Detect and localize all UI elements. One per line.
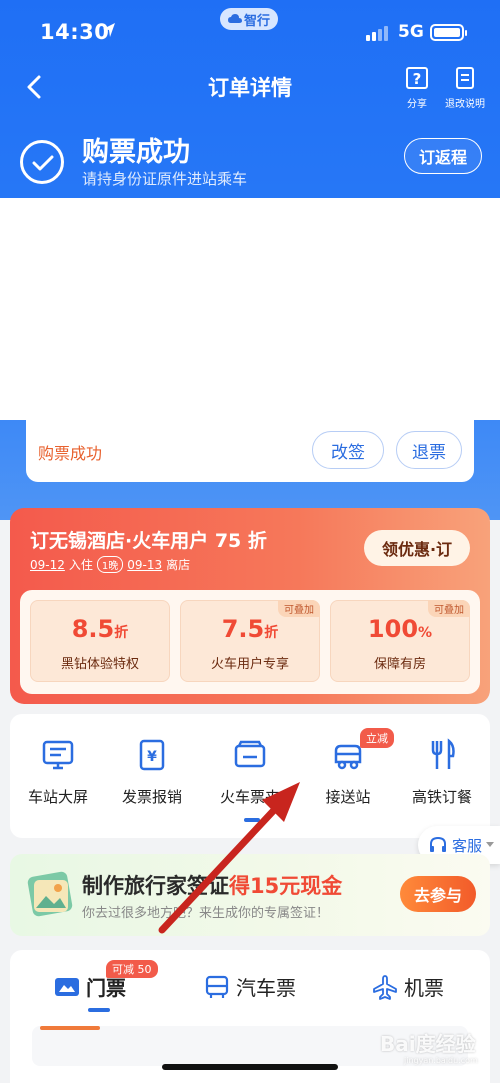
quick-services: 车站大屏 ¥ 发票报销 火车票夹 接送站 高铁订餐 立减 <box>10 714 490 838</box>
coupon-value: 8.5 <box>71 615 115 643</box>
refund-ticket-button[interactable]: 退票 <box>396 431 462 469</box>
share-label: 分享 <box>407 99 427 110</box>
checkout-label: 离店 <box>166 558 191 572</box>
tab-flights[interactable]: 机票 <box>372 972 444 1001</box>
hotel-promo-title: 订无锡酒店·火车用户 75 折 <box>30 530 267 552</box>
network-type: 5G <box>398 22 424 42</box>
app-indicator-pill: 智行 <box>220 8 278 30</box>
tab-label: 汽车票 <box>236 976 296 1000</box>
refund-rules-label: 退改说明 <box>445 99 485 110</box>
coupon-unit: 折 <box>114 625 129 641</box>
coupon-value: 100 <box>367 615 419 643</box>
checkin-date: 09-12 <box>30 557 65 572</box>
svg-text:?: ? <box>413 70 422 88</box>
coupon-list: 8.5折 黑钻体验特权 可叠加 7.5折 火车用户专享 可叠加 100% 保障有… <box>20 590 480 694</box>
checkout-date: 09-13 <box>127 557 163 572</box>
location-arrow-icon <box>103 23 115 37</box>
hotel-promo-card[interactable]: 订无锡酒店·火车用户 75 折 09-12 入住 1晚 09-13 离店 领优惠… <box>10 508 490 704</box>
service-ticket-wallet[interactable]: 火车票夹 <box>204 738 296 807</box>
service-label: 火车票夹 <box>219 788 280 806</box>
coupon-label: 火车用户专享 <box>210 657 289 672</box>
coupon-item[interactable]: 可叠加 7.5折 火车用户专享 <box>180 600 320 682</box>
ticket-wallet-icon <box>234 740 266 768</box>
coupon-label: 保障有房 <box>373 657 426 672</box>
caret-down-icon <box>486 842 495 847</box>
plane-icon <box>373 974 397 1000</box>
help-icon: ? <box>406 67 428 89</box>
coupon-unit: % <box>418 625 433 641</box>
home-indicator[interactable] <box>162 1064 338 1070</box>
change-ticket-button[interactable]: 改签 <box>312 431 384 469</box>
tab-active-indicator <box>88 1008 110 1012</box>
service-invoice[interactable]: ¥ 发票报销 <box>106 738 198 807</box>
tab-label: 机票 <box>404 976 444 1000</box>
coupon-item[interactable]: 可叠加 100% 保障有房 <box>330 600 470 682</box>
service-meal[interactable]: 高铁订餐 <box>396 738 488 807</box>
cloud-icon <box>227 14 242 23</box>
tab-discount-badge: 可减 50 <box>106 960 158 978</box>
visa-promo-banner[interactable]: 制作旅行家签证得15元现金 你去过很多地方吧？来生成你的专属签证！ 去参与 <box>10 854 490 936</box>
coupon-value: 7.5 <box>221 615 265 643</box>
meal-icon <box>431 738 455 769</box>
service-label: 接送站 <box>325 788 371 806</box>
checkin-label: 入住 <box>68 558 93 572</box>
nav-bar: 订单详情 ? 分享 退改说明 <box>0 64 500 110</box>
coupon-label: 黑钻体验特权 <box>60 657 139 672</box>
service-label: 车站大屏 <box>27 788 88 806</box>
tab-content-accent <box>40 1026 100 1030</box>
ticket-icon <box>55 977 79 996</box>
nights-badge: 1晚 <box>96 556 124 573</box>
discount-badge: 立减 <box>360 728 394 748</box>
service-label: 发票报销 <box>121 788 182 806</box>
app-indicator-label: 智行 <box>243 13 270 29</box>
success-title: 购票成功 <box>82 137 190 168</box>
coupon-unit: 折 <box>264 625 279 641</box>
purchase-success-banner: 购票成功 请持身份证原件进站乘车 订返程 <box>0 128 500 198</box>
coupon-item[interactable]: 8.5折 黑钻体验特权 <box>30 600 170 682</box>
redacted-ticket-area <box>0 198 500 420</box>
signal-icon <box>366 26 388 41</box>
svg-text:¥: ¥ <box>147 749 157 765</box>
visa-title-prefix: 制作旅行家签证 <box>82 874 229 898</box>
tab-bus[interactable]: 汽车票 <box>204 972 296 1001</box>
visa-photo-icon <box>27 871 73 917</box>
share-button[interactable]: ? 分享 <box>392 66 442 110</box>
service-station-screen[interactable]: 车站大屏 <box>12 738 104 807</box>
ticket-card: 购票成功 改签 退票 <box>26 420 474 482</box>
baidu-watermark-url: jingyan.baidu.com <box>404 1056 478 1065</box>
status-time: 14:30 <box>40 20 110 44</box>
page-indicator <box>244 818 260 822</box>
customer-service-label: 客服 <box>452 836 483 855</box>
visa-subtitle: 你去过很多地方吧？来生成你的专属签证！ <box>82 906 330 921</box>
check-circle-icon <box>20 140 64 184</box>
ticket-status: 购票成功 <box>38 444 103 463</box>
headset-icon <box>430 836 446 852</box>
refund-rules-button[interactable]: 退改说明 <box>440 66 490 110</box>
bus-icon <box>205 975 229 998</box>
visa-join-button[interactable]: 去参与 <box>400 876 476 912</box>
station-screen-icon <box>42 740 74 770</box>
battery-icon <box>430 24 467 41</box>
visa-title-highlight: 得15元现金 <box>229 874 343 898</box>
service-label: 高铁订餐 <box>411 788 472 806</box>
service-shuttle[interactable]: 接送站 <box>302 738 394 807</box>
visa-title: 制作旅行家签证得15元现金 <box>82 870 342 900</box>
success-subtitle: 请持身份证原件进站乘车 <box>82 170 248 188</box>
document-icon <box>456 67 474 89</box>
book-return-button[interactable]: 订返程 <box>404 138 482 174</box>
hotel-dates[interactable]: 09-12 入住 1晚 09-13 离店 <box>30 556 190 573</box>
baidu-watermark: Bai度经验 <box>380 1032 476 1056</box>
invoice-icon: ¥ <box>139 739 165 771</box>
status-bar: 14:30 智行 5G <box>0 0 500 64</box>
claim-coupon-button[interactable]: 领优惠·订 <box>364 530 470 566</box>
